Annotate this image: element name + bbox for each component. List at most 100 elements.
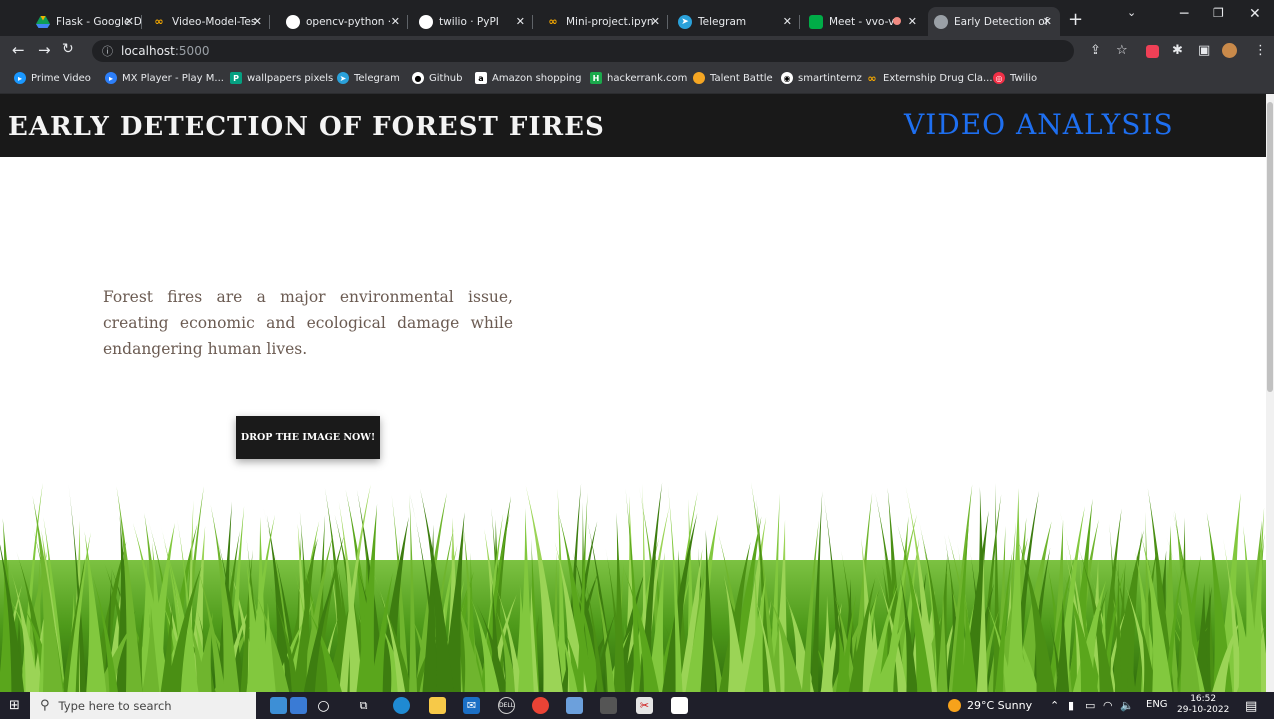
url-host: localhost (121, 44, 175, 58)
tab-close-icon[interactable]: ✕ (391, 15, 400, 28)
cortana-icon[interactable]: ○ (315, 697, 332, 714)
tab-video-model[interactable]: ∞ Video-Model-Tes ✕ (146, 7, 270, 36)
meet-icon (809, 14, 823, 29)
tab-opencv[interactable]: opencv-python · ✕ (280, 7, 408, 36)
notifications-icon[interactable]: ▤ (1245, 699, 1257, 714)
recording-dot-icon (893, 17, 901, 25)
pocket-extension-icon[interactable] (1146, 45, 1159, 58)
mx-player-icon: ▸ (105, 72, 117, 84)
bookmark-telegram[interactable]: ➤ Telegram (337, 72, 400, 84)
weather-widget[interactable]: 29°C Sunny (948, 699, 1032, 712)
file-explorer-icon[interactable] (429, 697, 446, 714)
share-icon[interactable]: ⇪ (1090, 43, 1101, 58)
tab-telegram[interactable]: ➤ Telegram ✕ (672, 7, 800, 36)
reload-button[interactable]: ↻ (62, 41, 74, 57)
bookmark-talent-battle[interactable]: Talent Battle (693, 72, 773, 84)
extensions-icon[interactable]: ✱ (1172, 43, 1183, 58)
mail-icon[interactable]: ✉ (463, 697, 480, 714)
twilio-icon: ◎ (993, 72, 1005, 84)
volume-icon[interactable]: 🔈 (1120, 699, 1134, 712)
tab-mini-project[interactable]: ∞ Mini-project.ipyn ✕ (540, 7, 668, 36)
grass-illustration (0, 482, 1266, 692)
page-title: EARLY DETECTION OF FOREST FIRES (8, 112, 605, 142)
tab-close-icon[interactable]: ✕ (125, 15, 134, 28)
chrome-icon[interactable] (532, 697, 549, 714)
wifi-icon[interactable]: ◠ (1103, 699, 1113, 712)
drop-image-button[interactable]: DROP THE IMAGE NOW! (236, 416, 380, 459)
page-scrollbar[interactable] (1266, 94, 1274, 692)
notepad-icon[interactable] (671, 697, 688, 714)
news-widget-icon[interactable] (270, 697, 287, 714)
pypi-icon (286, 14, 300, 29)
github-icon: ● (412, 72, 424, 84)
forward-button[interactable]: → (38, 41, 51, 59)
tab-close-icon[interactable]: ✕ (253, 15, 262, 28)
battery-icon[interactable]: ▭ (1085, 699, 1095, 712)
task-view-icon[interactable]: ⧉ (355, 697, 372, 714)
tab-flask-drive[interactable]: Flask - Google Dr ✕ (30, 7, 142, 36)
bookmark-wallpapers[interactable]: Pwallpapers pixels (230, 72, 333, 84)
hackerrank-icon: H (590, 72, 602, 84)
tab-close-icon[interactable]: ✕ (908, 15, 917, 28)
tab-close-icon[interactable]: ✕ (516, 15, 525, 28)
taskbar-search[interactable]: ⚲ Type here to search (30, 692, 256, 719)
windows-taskbar: ⊞ ⚲ Type here to search ○ ⧉ ✉ DELL ✂ 29°… (0, 692, 1274, 719)
bookmark-mx-player[interactable]: ▸ MX Player - Play M... (105, 72, 224, 84)
pexels-icon: P (230, 72, 242, 84)
dell-icon[interactable]: DELL (498, 697, 515, 714)
windows-start-icon[interactable]: ⊞ (6, 697, 23, 714)
bookmark-star-icon[interactable]: ☆ (1116, 43, 1128, 58)
bookmark-smartinternz[interactable]: ◉ smartinternz (781, 72, 862, 84)
bookmark-twilio[interactable]: ◎ Twilio (993, 72, 1037, 84)
menu-icon[interactable]: ⋮ (1254, 43, 1267, 58)
app-window-icon[interactable] (600, 697, 617, 714)
restore-button[interactable]: ❐ (1213, 6, 1224, 20)
tab-search-icon[interactable]: ⌄ (1127, 6, 1136, 19)
info-icon: ⓘ (102, 45, 113, 58)
tab-twilio-pypi[interactable]: twilio · PyPI ✕ (413, 7, 533, 36)
bookmark-prime-video[interactable]: ▸ Prime Video (14, 72, 91, 84)
bookmark-externship[interactable]: ∞ Externship Drug Cla... (866, 71, 992, 85)
sun-icon (948, 699, 961, 712)
back-button[interactable]: ← (12, 41, 25, 59)
web-page: EARLY DETECTION OF FOREST FIRES VIDEO AN… (0, 94, 1266, 692)
video-analysis-link[interactable]: VIDEO ANALYSIS (904, 108, 1174, 141)
bookmark-github[interactable]: ● Github (412, 72, 462, 84)
taskbar-clock[interactable]: 16:52 29-10-2022 (1177, 694, 1229, 716)
tab-close-icon[interactable]: ✕ (1043, 15, 1052, 28)
talent-battle-icon (693, 72, 705, 84)
prime-video-icon: ▸ (14, 72, 26, 84)
browser-tab-bar: Flask - Google Dr ✕ ∞ Video-Model-Tes ✕ … (0, 0, 1274, 36)
telegram-icon: ➤ (337, 72, 349, 84)
amazon-icon: a (475, 72, 487, 84)
language-indicator[interactable]: ENG (1146, 699, 1168, 710)
scrollbar-thumb[interactable] (1267, 102, 1273, 392)
side-panel-icon[interactable]: ▣ (1198, 43, 1210, 58)
snipping-tool-icon[interactable]: ✂ (636, 697, 653, 714)
google-drive-icon (36, 15, 50, 29)
telegram-icon: ➤ (678, 14, 692, 29)
colab-icon: ∞ (548, 15, 558, 28)
bookmark-hackerrank[interactable]: Hhackerrank.com (590, 72, 687, 84)
url-port: :5000 (174, 44, 210, 58)
address-bar[interactable]: ⓘ localhost:5000 (92, 40, 1074, 62)
bookmark-amazon[interactable]: a Amazon shopping (475, 72, 581, 84)
close-window-button[interactable]: ✕ (1249, 6, 1261, 22)
microphone-icon[interactable]: ▮ (1068, 699, 1074, 712)
widget-icon[interactable] (290, 697, 307, 714)
colab-icon: ∞ (154, 15, 164, 28)
show-hidden-icons-icon[interactable]: ⌃ (1050, 699, 1059, 712)
profile-avatar[interactable] (1222, 43, 1237, 58)
colab-icon: ∞ (867, 71, 877, 85)
intro-text: Forest fires are a major environmental i… (103, 288, 513, 358)
tab-meet[interactable]: Meet - vvo-v ✕ (803, 7, 925, 36)
new-tab-button[interactable]: + (1068, 9, 1083, 30)
smartinternz-icon: ◉ (781, 72, 793, 84)
tab-close-icon[interactable]: ✕ (783, 15, 792, 28)
edge-icon[interactable] (393, 697, 410, 714)
tab-close-icon[interactable]: ✕ (651, 15, 660, 28)
tab-early-detection[interactable]: Early Detection of ✕ (928, 7, 1060, 36)
minimize-button[interactable]: ─ (1180, 6, 1188, 22)
pypi-icon (419, 14, 433, 29)
app-icon[interactable] (566, 697, 583, 714)
